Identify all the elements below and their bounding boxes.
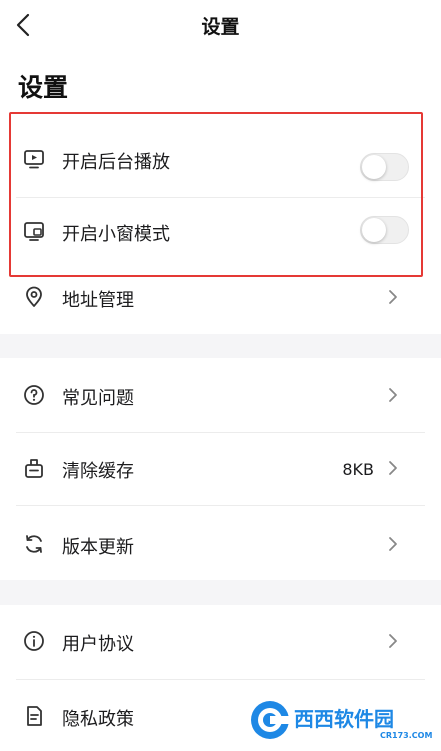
version-update-label: 版本更新 — [62, 537, 134, 558]
user-agreement-label: 用户协议 — [62, 634, 134, 655]
nav-bar: 设置 — [0, 0, 441, 50]
nav-title: 设置 — [201, 16, 240, 38]
document-icon — [27, 706, 42, 726]
address-row[interactable]: 地址管理 — [0, 262, 441, 332]
chevron-right-icon — [389, 461, 397, 475]
privacy-policy-label: 隐私政策 — [62, 709, 134, 730]
divider — [16, 505, 425, 506]
watermark-brand: 西西软件园 — [294, 707, 394, 731]
watermark-domain: CR173.COM — [380, 731, 432, 740]
clear-cache-row[interactable]: 清除缓存 8KB — [0, 433, 441, 503]
info-circle-icon — [24, 631, 44, 651]
question-circle-icon — [24, 385, 44, 405]
chevron-right-icon — [389, 537, 397, 551]
clear-cache-label: 清除缓存 — [62, 461, 134, 482]
user-agreement-row[interactable]: 用户协议 — [0, 605, 441, 675]
clean-bag-icon — [25, 459, 43, 478]
chevron-right-icon — [389, 290, 397, 304]
highlight-box — [9, 112, 423, 277]
faq-label: 常见问题 — [62, 388, 134, 409]
cache-size-value: 8KB — [342, 460, 374, 479]
watermark-logo: 西西软件园 CR173.COM — [251, 701, 432, 740]
section-gap — [0, 580, 441, 605]
divider — [16, 679, 425, 680]
refresh-icon — [26, 535, 42, 553]
section-gap — [0, 334, 441, 358]
faq-row[interactable]: 常见问题 — [0, 358, 441, 428]
version-update-row[interactable]: 版本更新 — [0, 507, 441, 577]
chevron-right-icon — [389, 388, 397, 402]
chevron-right-icon — [389, 634, 397, 648]
address-label: 地址管理 — [62, 290, 134, 311]
location-pin-icon — [26, 286, 42, 307]
page-title: 设置 — [18, 73, 69, 102]
